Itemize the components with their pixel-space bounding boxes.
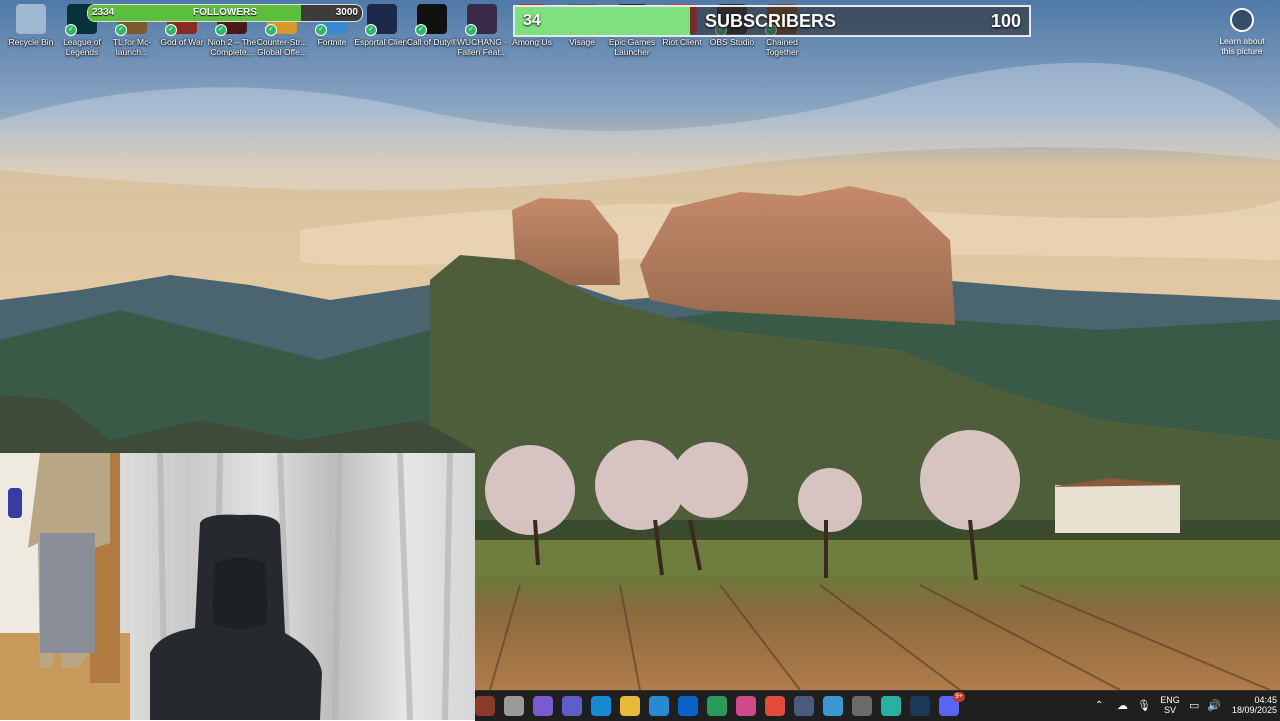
sync-check-icon: ✓	[265, 24, 277, 36]
photos-icon[interactable]	[823, 696, 843, 716]
start-icon[interactable]	[475, 696, 495, 716]
subscribers-label: SUBSCRIBERS	[705, 11, 837, 31]
wuchang-icon: ✓	[465, 4, 497, 36]
subscribers-goal: 100	[990, 11, 1021, 31]
speaker-icon[interactable]: 🔊	[1207, 691, 1221, 721]
sync-check-icon: ✓	[115, 24, 127, 36]
sync-check-icon: ✓	[315, 24, 327, 36]
webcam-scene	[0, 453, 453, 720]
app-cube-icon[interactable]	[794, 696, 814, 716]
edge-icon[interactable]	[591, 696, 611, 716]
discord-badge: 9+	[953, 692, 965, 702]
copilot-icon[interactable]	[533, 696, 553, 716]
onedrive-icon[interactable]: ☁	[1117, 691, 1128, 721]
sync-check-icon: ✓	[365, 24, 377, 36]
show-hidden-icons-button[interactable]: ⌃	[1095, 691, 1103, 721]
clock[interactable]: 04:45 18/09/2025	[1221, 691, 1277, 721]
outlook-icon[interactable]	[678, 696, 698, 716]
followers-goal-bar: 2334 FOLLOWERS 3000	[87, 4, 363, 22]
sync-check-icon: ✓	[465, 24, 477, 36]
subscribers-progress-fill	[515, 7, 690, 35]
m365-icon[interactable]	[736, 696, 756, 716]
recycle-bin-icon	[16, 4, 46, 34]
sync-check-icon: ✓	[65, 24, 77, 36]
camera-icon	[1230, 8, 1254, 32]
followers-goal: 3000	[335, 7, 358, 18]
sync-check-icon: ✓	[215, 24, 227, 36]
learn-about-picture-label: Learn about this picture	[1219, 36, 1265, 56]
task-view-icon[interactable]	[504, 696, 524, 716]
desktop-icon[interactable]: ✓ WUCHANG - Fallen Feat...	[454, 4, 510, 57]
subscribers-current: 34	[523, 12, 541, 29]
desktop-icon-label: Chained Together	[765, 37, 799, 57]
call-of-duty-icon: ✓	[415, 4, 447, 36]
taskbar: ⌃ ☁ 🎙 ENG SV ▭ 🔊 04:45 18/09/2025 9+	[475, 690, 1280, 721]
clock-date: 18/09/2025	[1231, 705, 1277, 715]
followers-label: FOLLOWERS	[193, 7, 257, 18]
app-circle-icon[interactable]	[881, 696, 901, 716]
language-indicator[interactable]: ENG SV	[1159, 691, 1181, 721]
sync-check-icon: ✓	[415, 24, 427, 36]
language-label: ENG	[1160, 695, 1180, 705]
microsoft-store-icon[interactable]	[649, 696, 669, 716]
microphone-icon[interactable]: 🎙	[1137, 691, 1151, 721]
chrome-icon[interactable]	[765, 696, 785, 716]
security-icon[interactable]	[707, 696, 727, 716]
esportal-icon: ✓	[365, 4, 397, 36]
subscribers-goal-bar: 34 SUBSCRIBERS 100	[513, 5, 1031, 37]
steam-alt-icon[interactable]	[852, 696, 872, 716]
display-icon[interactable]: ▭	[1189, 691, 1199, 721]
clock-time: 04:45	[1254, 695, 1277, 705]
teams-icon[interactable]	[562, 696, 582, 716]
region-label: SV	[1163, 705, 1176, 715]
file-explorer-icon[interactable]	[620, 696, 640, 716]
discord-icon[interactable]: 9+	[939, 692, 965, 716]
sync-check-icon: ✓	[165, 24, 177, 36]
learn-about-picture[interactable]: Learn about this picture	[1214, 8, 1270, 56]
steam-icon[interactable]	[910, 696, 930, 716]
webcam-overlay	[0, 453, 475, 720]
